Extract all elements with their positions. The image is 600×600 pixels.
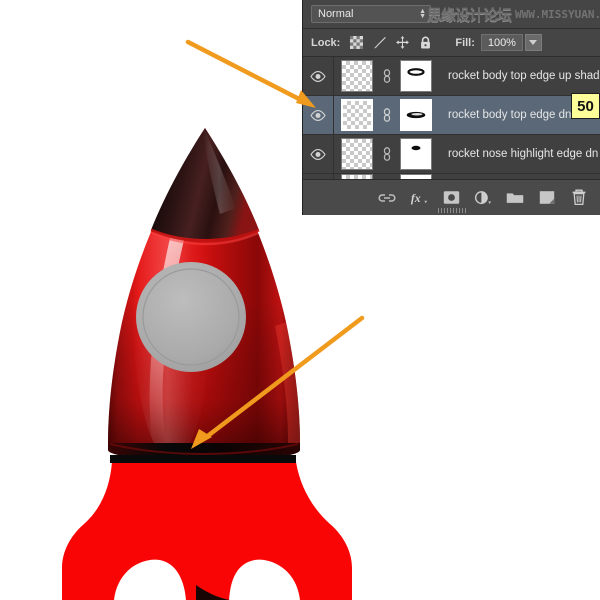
fill-value-input[interactable]: 100% [481,34,523,51]
layer-visibility-toggle[interactable] [303,57,334,95]
layers-panel-toolbar: fx [303,179,600,215]
layer-row[interactable]: rocket body top edge dn shadow [303,96,600,135]
layer-mask-thumbnail[interactable] [394,138,438,170]
blend-mode-value: Normal [318,5,353,23]
panel-resize-grip[interactable] [438,208,466,213]
svg-text:fx: fx [411,192,421,205]
lock-position-icon[interactable] [395,35,410,50]
layer-mask-link-icon[interactable] [380,69,394,83]
opacity-value-badge: 50 [571,93,600,119]
layer-row[interactable]: rocket body top edge up shadow [303,57,600,96]
blend-mode-row: Normal ▲ ▼ 思缘设计论坛 WWW.MISSYUAN.COM [303,0,600,29]
layer-mask-link-icon[interactable] [380,108,394,122]
fill-label: Fill: [455,37,475,49]
fill-dropdown-arrow-icon[interactable] [525,34,542,51]
layer-mask-link-icon[interactable] [380,147,394,161]
add-layer-mask-button[interactable] [442,189,460,207]
layer-visibility-toggle[interactable] [303,96,334,134]
lock-all-icon[interactable] [418,35,433,50]
layer-mask-thumbnail-image [400,138,432,170]
new-group-button[interactable] [506,189,524,207]
layer-mask-thumbnail[interactable] [394,99,438,131]
link-layers-button[interactable] [378,189,396,207]
lock-transparent-pixels-icon[interactable] [349,35,364,50]
new-layer-button[interactable] [538,189,556,207]
screenshot-stage: Normal ▲ ▼ 思缘设计论坛 WWW.MISSYUAN.COM Lock: [0,0,600,600]
blend-mode-select[interactable]: Normal ▲ ▼ [311,5,431,23]
rocket-fins [62,462,352,600]
layer-thumbnail-image [341,99,373,131]
layer-mask-thumbnail[interactable] [394,60,438,92]
layer-name: rocket nose highlight edge dn [438,148,600,160]
rocket-bottom-edge-band [108,443,300,463]
rocket-nose-cone [151,128,259,244]
layer-thumbnail-image [341,60,373,92]
delete-layer-button[interactable] [570,189,588,207]
layer-thumbnail[interactable] [334,99,380,131]
layer-name: rocket body top edge up shadow [438,70,600,82]
layer-thumbnail[interactable] [334,60,380,92]
spinner-down-icon: ▼ [419,14,426,19]
layer-mask-thumbnail-image [400,99,432,131]
layer-thumbnail[interactable] [334,138,380,170]
layer-thumbnail-image [341,138,373,170]
watermark: 思缘设计论坛 WWW.MISSYUAN.COM [427,1,599,27]
lock-row: Lock: [303,29,600,57]
watermark-chinese-text: 思缘设计论坛 [427,4,511,25]
layer-row[interactable]: rocket nose highlight edge dn [303,135,600,174]
layer-list: rocket body top edge up shadow [303,57,600,177]
blend-mode-spinner-icon[interactable]: ▲ ▼ [419,9,426,19]
watermark-url-text: WWW.MISSYUAN.COM [515,8,599,21]
layer-mask-thumbnail-image [400,60,432,92]
rocket-window [136,262,246,372]
lock-label: Lock: [311,37,340,49]
layers-panel: Normal ▲ ▼ 思缘设计论坛 WWW.MISSYUAN.COM Lock: [302,0,600,215]
new-adjustment-layer-button[interactable] [474,189,492,207]
lock-image-pixels-icon[interactable] [372,35,387,50]
layer-visibility-toggle[interactable] [303,135,334,173]
layer-style-fx-button[interactable]: fx [410,189,428,207]
